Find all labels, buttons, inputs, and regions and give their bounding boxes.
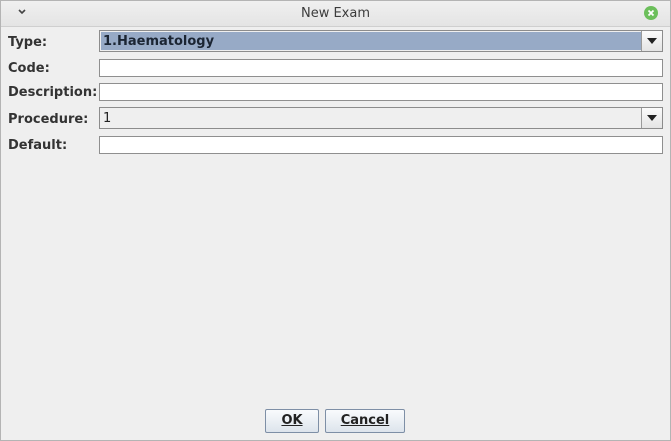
procedure-combobox[interactable]: 1 [99, 107, 663, 129]
title-bar[interactable]: New Exam [1, 1, 670, 27]
procedure-value: 1 [103, 111, 112, 126]
dialog-window: New Exam Type: 1.Haematology Code: Descr… [0, 0, 671, 441]
default-label: Default: [8, 138, 68, 153]
default-input[interactable] [99, 136, 663, 154]
type-dropdown-button[interactable] [641, 31, 662, 51]
procedure-dropdown-button[interactable] [641, 108, 662, 128]
type-label: Type: [8, 35, 48, 50]
description-label: Description: [8, 85, 98, 100]
window-title: New Exam [300, 6, 371, 21]
procedure-label: Procedure: [8, 112, 89, 127]
triangle-down-icon [647, 38, 657, 44]
ok-button[interactable]: OK [265, 409, 319, 433]
code-input[interactable] [99, 59, 663, 77]
triangle-down-icon [647, 115, 657, 121]
type-value: 1.Haematology [101, 32, 641, 50]
cancel-button[interactable]: Cancel [325, 409, 405, 433]
description-input[interactable] [99, 83, 663, 101]
close-icon[interactable] [644, 6, 658, 20]
type-combobox[interactable]: 1.Haematology [99, 30, 663, 52]
code-label: Code: [8, 61, 50, 76]
